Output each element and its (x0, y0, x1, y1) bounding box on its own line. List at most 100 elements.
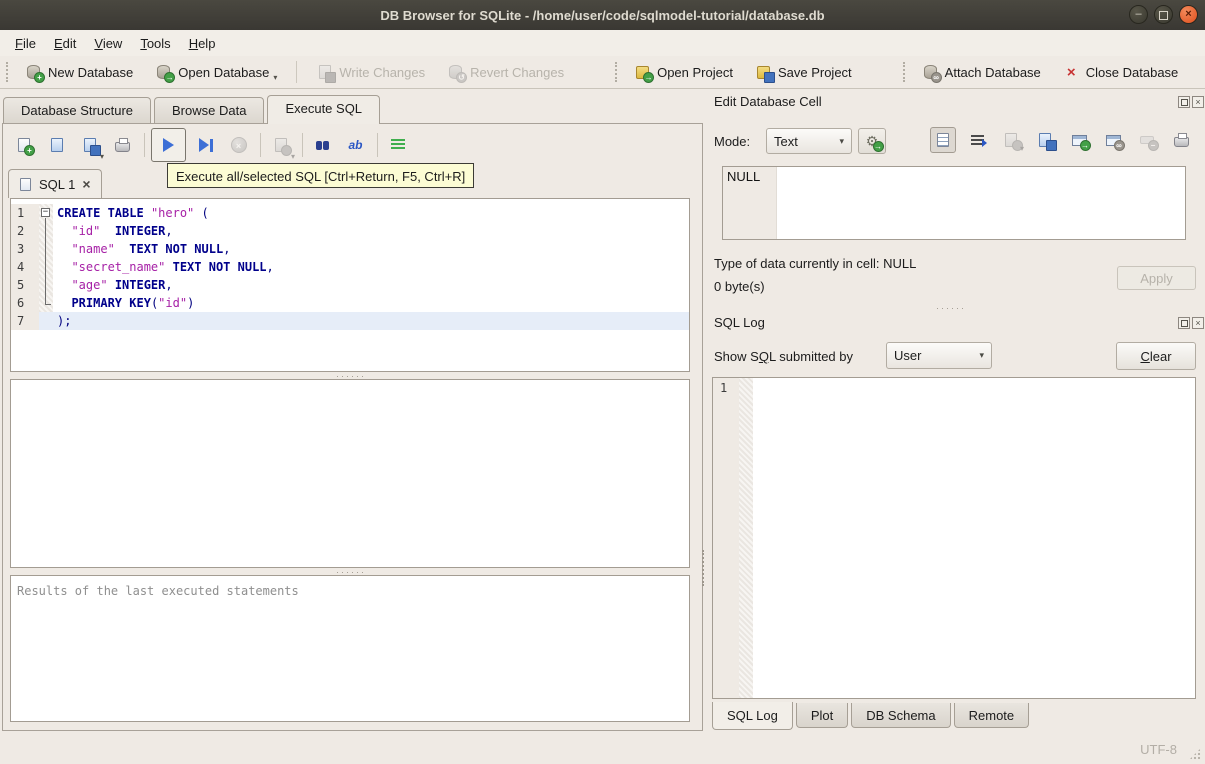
open-database-dropdown-icon[interactable]: ▾ (273, 73, 277, 82)
open-project-label: Open Project (657, 64, 733, 80)
tab-browse-data[interactable]: Browse Data (154, 97, 265, 124)
code-text: CREATE TABLE "hero" ( (57, 206, 209, 220)
open-external-button[interactable]: ∞ (1100, 127, 1126, 153)
maximize-button[interactable] (1154, 5, 1173, 24)
fold-margin (39, 240, 53, 258)
cell-value-editor[interactable]: NULL (722, 166, 1186, 240)
open-sql-file-button[interactable] (43, 132, 70, 159)
execute-tooltip: Execute all/selected SQL [Ctrl+Return, F… (167, 163, 475, 188)
import-data-button[interactable] (1032, 127, 1058, 153)
tab-execute-sql[interactable]: Execute SQL (267, 95, 381, 124)
format-icon (389, 137, 406, 153)
edit-cell-toolbar: ▾ → ∞ − (930, 127, 1194, 153)
open-database-button[interactable]: → Open Database ▾ (144, 60, 288, 84)
app-window: DB Browser for SQLite - /home/user/code/… (0, 0, 1205, 764)
stop-button[interactable]: × (225, 132, 252, 159)
sql-toolbar-separator (144, 133, 145, 157)
code-text: PRIMARY KEY("id") (71, 296, 195, 310)
save-sql-file-button[interactable]: ▾ (76, 132, 104, 161)
save-project-button[interactable]: Save Project (744, 60, 863, 84)
code-text: "id" INTEGER, (71, 224, 173, 238)
open-project-button[interactable]: → Open Project (623, 60, 744, 84)
sql-editor[interactable]: 1− CREATE TABLE "hero" (2 "id" INTEGER, 3 … (10, 198, 690, 372)
set-null-icon: − (1139, 132, 1159, 151)
sql-toolbar: + ▾ × ▾ ab (10, 128, 417, 162)
save-cell-icon (1003, 132, 1023, 151)
clear-button[interactable]: Clear (1116, 342, 1196, 370)
save-results-button[interactable]: ▾ (267, 132, 295, 161)
submitted-by-combobox[interactable]: User ▾ (886, 342, 992, 369)
format-button[interactable] (384, 132, 411, 159)
open-database-icon: → (155, 64, 176, 83)
dock-tab-sql-log[interactable]: SQL Log (712, 702, 793, 730)
sql-log-view[interactable]: 1 (712, 377, 1196, 699)
new-tab-button[interactable]: + (10, 132, 37, 159)
encoding-indicator: UTF-8 (1140, 742, 1177, 757)
tab-database-structure[interactable]: Database Structure (3, 97, 152, 124)
menu-view-label: View (94, 35, 123, 51)
write-changes-button[interactable]: Write Changes (305, 60, 436, 84)
menu-edit[interactable]: Edit (45, 33, 85, 54)
mode-value: Text (774, 133, 798, 149)
minimize-button[interactable]: – (1129, 5, 1148, 24)
export-data-button[interactable]: → (1066, 127, 1092, 153)
autocomplete-button[interactable]: ab (342, 132, 369, 159)
revert-changes-button[interactable]: ↺ Revert Changes (436, 60, 575, 84)
code-line[interactable]: 6 PRIMARY KEY("id") (11, 294, 689, 312)
code-line[interactable]: 5 "age" INTEGER, (11, 276, 689, 294)
sql-log-close-button[interactable]: × (1192, 317, 1204, 329)
sql-toolbar-separator (302, 133, 303, 157)
fold-margin (39, 276, 53, 294)
apply-button[interactable]: Apply (1117, 266, 1196, 290)
print-button[interactable] (109, 132, 136, 159)
sql-editor-tab[interactable]: SQL 1 × (8, 169, 102, 198)
code-line[interactable]: 7); (11, 312, 689, 330)
find-replace-button[interactable] (309, 132, 336, 159)
execute-current-line-button[interactable] (192, 132, 219, 159)
code-line[interactable]: 4 "secret_name" TEXT NOT NULL, (11, 258, 689, 276)
menu-view[interactable]: View (85, 33, 131, 54)
sql-log-gutter: 1 (713, 378, 739, 698)
text-mode-button[interactable] (930, 127, 956, 153)
close-window-button[interactable]: × (1179, 5, 1198, 24)
menu-file[interactable]: File (6, 33, 45, 54)
code-line[interactable]: 1− CREATE TABLE "hero" ( (11, 204, 689, 222)
mode-combobox[interactable]: Text ▾ (766, 128, 852, 154)
close-database-button[interactable]: × Close Database (1052, 60, 1190, 84)
new-database-button[interactable]: + New Database (14, 60, 144, 84)
edit-cell-float-button[interactable] (1178, 96, 1190, 108)
save-cell-button[interactable]: ▾ (998, 127, 1024, 153)
resize-grip[interactable] (1189, 748, 1201, 760)
revert-changes-icon: ↺ (447, 64, 468, 83)
result-grid-panel (10, 379, 690, 568)
save-sql-dropdown-icon[interactable]: ▾ (100, 152, 104, 161)
revert-changes-label: Revert Changes (470, 64, 565, 80)
code-line[interactable]: 2 "id" INTEGER, (11, 222, 689, 240)
mode-label: Mode: (714, 134, 751, 149)
menubar: File Edit View Tools Help (0, 30, 1205, 56)
dock-splitter[interactable] (702, 550, 704, 586)
dock-panels-splitter[interactable]: ······ (936, 304, 966, 313)
fold-marker-icon[interactable]: − (39, 204, 53, 222)
execute-all-button[interactable] (151, 128, 186, 162)
text-mode-icon (935, 132, 952, 148)
auto-switch-mode-button[interactable]: ⚙ → (858, 128, 886, 154)
gear-icon: ⚙ → (865, 133, 884, 152)
execute-all-icon (160, 137, 177, 153)
dock-tab-plot[interactable]: Plot (795, 703, 849, 728)
close-tab-icon[interactable]: × (82, 177, 90, 191)
dock-tab-remote[interactable]: Remote (953, 703, 1030, 728)
word-wrap-button[interactable] (964, 127, 990, 153)
print-cell-button[interactable] (1168, 127, 1194, 153)
dock-tab-db-schema[interactable]: DB Schema (851, 703, 951, 728)
results-placeholder: Results of the last executed statements (17, 584, 299, 598)
line-number: 5 (11, 276, 39, 294)
attach-database-button[interactable]: ∞ Attach Database (911, 60, 1052, 84)
code-line[interactable]: 3 "name" TEXT NOT NULL, (11, 240, 689, 258)
menu-help[interactable]: Help (180, 33, 225, 54)
window-controls: – × (1129, 5, 1198, 24)
set-null-button[interactable]: − (1134, 127, 1160, 153)
sql-log-float-button[interactable] (1178, 317, 1190, 329)
menu-tools[interactable]: Tools (131, 33, 179, 54)
edit-cell-close-button[interactable]: × (1192, 96, 1204, 108)
